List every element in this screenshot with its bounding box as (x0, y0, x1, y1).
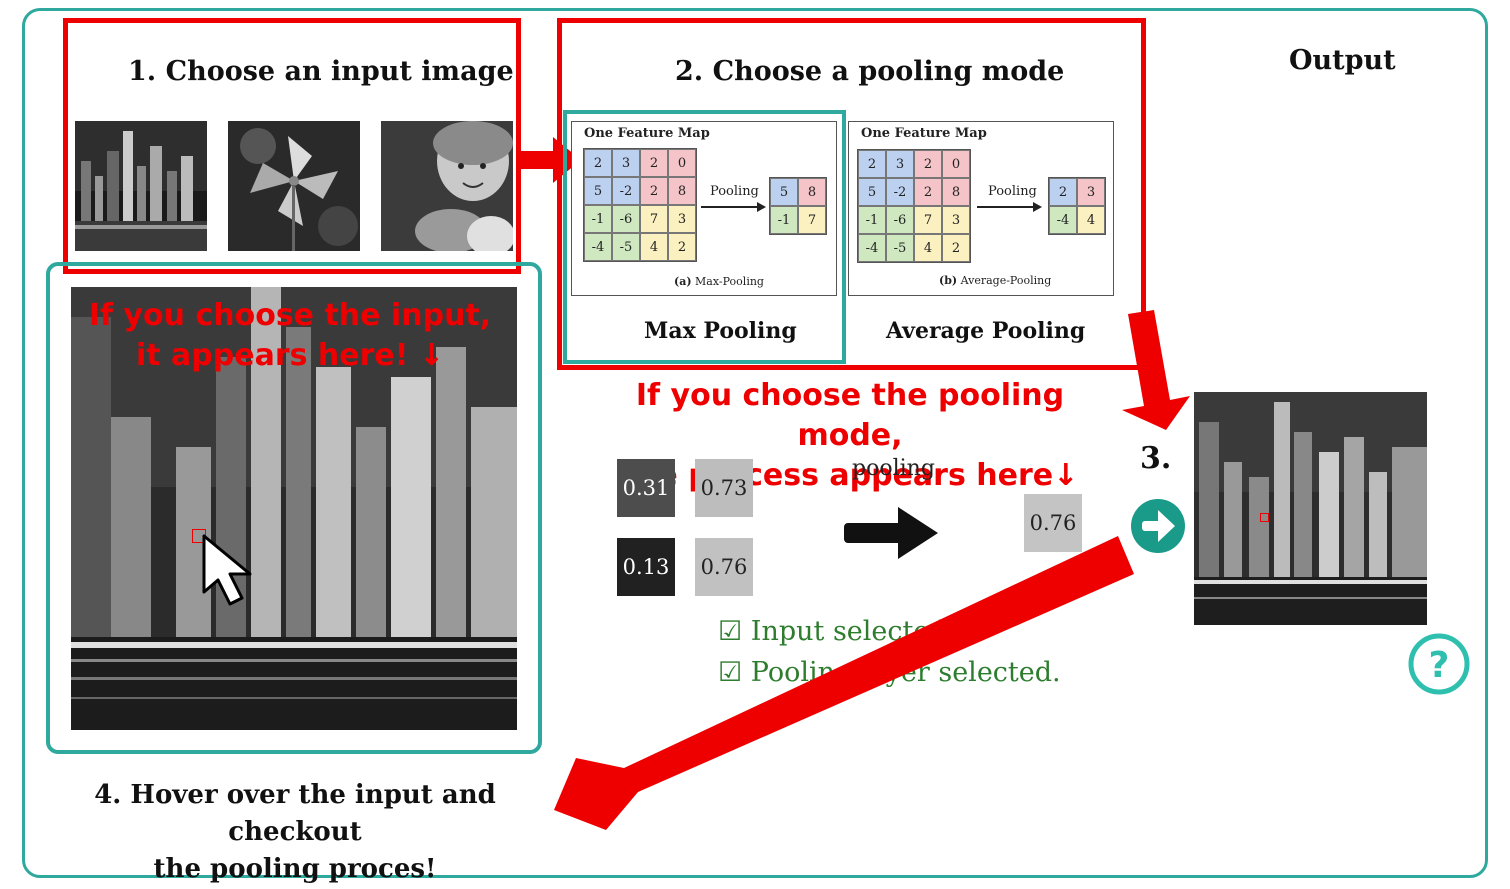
grid-cell: 5 (858, 178, 886, 206)
grid-cell: 2 (1049, 178, 1077, 206)
grid-cell: -6 (886, 206, 914, 234)
value-text: 0.73 (700, 476, 748, 500)
output-image (1194, 392, 1427, 625)
grid-cell: 3 (668, 205, 696, 233)
max-pooling-label[interactable]: Max Pooling (644, 318, 797, 344)
grid-cell: 2 (942, 234, 970, 262)
step3-label: 3. (1140, 441, 1172, 476)
grid-cell: -4 (584, 233, 612, 261)
max-caption-text: Max-Pooling (695, 275, 764, 288)
input-note-line2: it appears here! ↓ (135, 338, 445, 373)
grid-cell: 2 (640, 177, 668, 205)
grid-cell: 2 (668, 233, 696, 261)
max-caption: (a) Max-Pooling (674, 275, 764, 288)
value-text: 0.31 (622, 476, 670, 500)
average-pooling-label[interactable]: Average Pooling (886, 318, 1085, 344)
grid-cell: -2 (886, 178, 914, 206)
input-note-line1: If you choose the input, (88, 298, 492, 333)
max-pooling-arrow-icon (701, 202, 766, 212)
grid-cell: 4 (1077, 206, 1105, 234)
max-feature-map-title: One Feature Map (584, 126, 710, 141)
grid-cell: -1 (770, 206, 798, 234)
city-night-thumbnail[interactable] (75, 121, 207, 251)
avg-caption-text: Average-Pooling (960, 274, 1052, 287)
pool-note-line1: If you choose the pooling mode, (635, 378, 1065, 453)
grid-cell: 2 (858, 150, 886, 178)
step2-title: 2. Choose a pooling mode (675, 56, 1065, 87)
output-to-step4-arrow (550, 536, 1140, 840)
grid-cell: 3 (612, 149, 640, 177)
grid-cell: 2 (640, 149, 668, 177)
grid-cell: 7 (914, 206, 942, 234)
grid-cell: -5 (886, 234, 914, 262)
step4-line2: the pooling proces! (153, 854, 437, 884)
grid-cell: 8 (798, 178, 826, 206)
pinwheel-thumbnail[interactable] (228, 121, 360, 251)
child-thumbnail[interactable] (381, 121, 513, 251)
grid-cell: 7 (640, 205, 668, 233)
grid-cell: 2 (914, 150, 942, 178)
grid-cell: 2 (914, 178, 942, 206)
grid-cell: 5 (770, 178, 798, 206)
question-circle-icon[interactable]: ? (1407, 632, 1471, 700)
avg-result-grid: 2 3 -4 4 (1048, 177, 1106, 235)
grid-cell: -1 (858, 206, 886, 234)
step4-line1: 4. Hover over the input and checkout (94, 780, 496, 847)
step2-to-output-arrow (1110, 310, 1200, 434)
grid-cell: 3 (942, 206, 970, 234)
grid-cell: -5 (612, 233, 640, 261)
avg-arrow-label: Pooling (988, 184, 1037, 199)
max-feature-grid: 2 3 2 0 5 -2 2 8 -1 -6 7 3 -4 -5 4 2 (583, 148, 697, 262)
value-text: 0.76 (1029, 511, 1077, 535)
max-result-grid: 5 8 -1 7 (769, 177, 827, 235)
grid-cell: 0 (942, 150, 970, 178)
max-pooling-diagram: One Feature Map 2 3 2 0 5 -2 2 8 -1 -6 7… (571, 121, 837, 296)
grid-cell: 8 (942, 178, 970, 206)
grid-cell: 4 (914, 234, 942, 262)
grid-cell: -4 (1049, 206, 1077, 234)
grid-cell: -4 (858, 234, 886, 262)
avg-pooling-arrow-icon (977, 202, 1042, 212)
input-note: If you choose the input, it appears here… (70, 296, 510, 376)
step1-title: 1. Choose an input image (128, 56, 514, 87)
grid-cell: 3 (886, 150, 914, 178)
grid-cell: -1 (584, 205, 612, 233)
max-arrow-label: Pooling (710, 184, 759, 199)
process-value: 0.31 (617, 459, 675, 517)
process-label: pooling (852, 456, 935, 481)
grid-cell: 7 (798, 206, 826, 234)
max-caption-letter: (a) (674, 275, 692, 288)
grid-cell: 3 (1077, 178, 1105, 206)
grid-cell: 4 (640, 233, 668, 261)
avg-caption-letter: (b) (939, 274, 958, 287)
grid-cell: 5 (584, 177, 612, 205)
grid-cell: 8 (668, 177, 696, 205)
avg-feature-map-title: One Feature Map (861, 126, 987, 141)
avg-feature-grid: 2 3 2 0 5 -2 2 8 -1 -6 7 3 -4 -5 4 2 (857, 149, 971, 263)
grid-cell: 2 (584, 149, 612, 177)
grid-cell: -2 (612, 177, 640, 205)
svg-text:?: ? (1429, 645, 1450, 686)
output-title: Output (1289, 45, 1396, 76)
avg-caption: (b) Average-Pooling (939, 274, 1051, 287)
process-value: 0.73 (695, 459, 753, 517)
grid-cell: -6 (612, 205, 640, 233)
output-selection-square (1260, 513, 1269, 522)
mouse-pointer-icon (196, 530, 266, 614)
average-pooling-diagram[interactable]: One Feature Map 2 3 2 0 5 -2 2 8 -1 -6 7… (848, 121, 1114, 296)
grid-cell: 0 (668, 149, 696, 177)
step4-text: 4. Hover over the input and checkout the… (30, 777, 560, 888)
